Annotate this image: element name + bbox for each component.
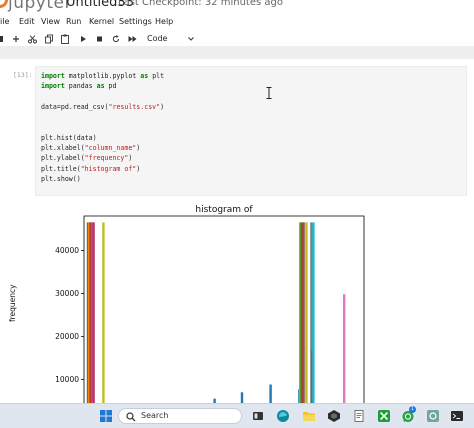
search-label: Search: [141, 411, 169, 420]
code-token: plt.hist(data): [41, 133, 97, 142]
store-icon[interactable]: [377, 409, 391, 423]
code-line: import pandas as pd: [41, 81, 164, 91]
plot-frame: [83, 215, 365, 403]
text-cursor-icon: [266, 87, 272, 99]
y-tick-label: 40000: [55, 246, 79, 255]
windows-start-icon[interactable]: [99, 409, 113, 423]
search-icon: [126, 412, 136, 422]
code-token: plt: [148, 72, 165, 80]
last-checkpoint: Last Checkpoint: 32 minutes ago: [118, 0, 283, 8]
code-token: ): [136, 144, 141, 153]
code-cell-editor[interactable]: import matplotlib.pyplot as plt import pa…: [35, 66, 467, 196]
menu-run[interactable]: Run: [66, 17, 81, 26]
y-tick-label: 30000: [55, 289, 79, 298]
widgets-icon[interactable]: [251, 409, 265, 423]
toolbar-divider: [0, 46, 474, 59]
jupyter-window: jupyter Untitled33 Last Checkpoint: 32 m…: [0, 0, 474, 428]
settings-app-icon[interactable]: [426, 409, 440, 423]
menu-help[interactable]: Help: [155, 17, 173, 26]
code-line: plt.show(): [41, 174, 164, 184]
histogram-bar: [343, 294, 346, 403]
y-tick-label: 20000: [55, 332, 79, 341]
code-line: plt.hist(data): [41, 133, 164, 143]
notification-badge: 1: [409, 406, 416, 413]
y-tick-label: 10000: [55, 375, 79, 384]
chart-title: histogram of: [195, 205, 253, 215]
terminal-icon[interactable]: [450, 409, 464, 423]
code-token: plt.show(): [41, 174, 81, 183]
menu-view[interactable]: View: [41, 17, 60, 26]
file-explorer-icon[interactable]: [302, 409, 316, 423]
notebook-header: jupyter Untitled33 Last Checkpoint: 32 m…: [0, 0, 474, 14]
cell-prompt: [13]:: [13, 71, 33, 79]
menu-file[interactable]: ile: [0, 17, 9, 26]
code-token: "frequency": [84, 154, 129, 163]
code-token: ): [136, 164, 141, 173]
menu-settings[interactable]: Settings: [119, 17, 152, 26]
code-token: "histogram of": [80, 164, 137, 173]
code-token: import: [41, 82, 65, 91]
code-token: ): [128, 154, 133, 163]
histogram-bar: [102, 222, 105, 403]
notebook-toolbar: Code: [0, 32, 474, 46]
code-token: "results.csv": [108, 102, 161, 111]
code-token: as: [96, 82, 105, 91]
code-token: plt.title(: [41, 164, 81, 173]
code-token: pandas: [64, 82, 97, 91]
code-line: plt.xlabel("column_name"): [41, 143, 164, 153]
windows-taskbar: Search 1: [0, 403, 474, 428]
taskbar-search[interactable]: Search: [118, 408, 242, 424]
code-token: data=pd.read_csv(: [41, 102, 109, 111]
app-icon[interactable]: [327, 409, 341, 423]
histogram-bar: [305, 222, 308, 403]
code-token: matplotlib.pyplot: [64, 72, 141, 80]
code-text: import matplotlib.pyplot as plt import pa…: [41, 71, 164, 184]
histogram-bar: [92, 222, 95, 403]
menu-bar: ile Edit View Run Kernel Settings Help: [0, 14, 474, 32]
menu-edit[interactable]: Edit: [19, 17, 35, 26]
code-token: plt.xlabel(: [41, 144, 85, 153]
code-token: plt.ylabel(: [41, 154, 85, 163]
code-line: import matplotlib.pyplot as plt: [41, 71, 164, 81]
jupyter-logo-text[interactable]: jupyter: [8, 0, 72, 13]
histogram-chart: 10000 20000 30000 40000: [55, 215, 365, 403]
menu-kernel[interactable]: Kernel: [89, 17, 114, 26]
histogram-bar: [302, 222, 305, 403]
cell-type-value: Code: [147, 34, 168, 43]
code-line: plt.title("histogram of"): [41, 164, 164, 174]
y-axis-label: frequency: [8, 284, 17, 322]
output-figure: 10000 20000 30000 40000: [0, 198, 474, 403]
code-token: import: [41, 72, 65, 80]
histogram-bar: [312, 222, 315, 403]
cell-type-select[interactable]: Code: [147, 33, 195, 45]
code-token: ): [160, 102, 165, 111]
code-line: plt.ylabel("frequency"): [41, 153, 164, 163]
edge-browser-icon[interactable]: [276, 409, 290, 423]
code-line: data=pd.read_csv("results.csv"): [41, 102, 164, 112]
notepad-icon[interactable]: [352, 409, 366, 423]
code-token: pd: [104, 82, 117, 91]
histogram-bar: [269, 384, 272, 403]
histogram-bar: [240, 392, 244, 403]
code-token: "column_name": [84, 144, 137, 153]
